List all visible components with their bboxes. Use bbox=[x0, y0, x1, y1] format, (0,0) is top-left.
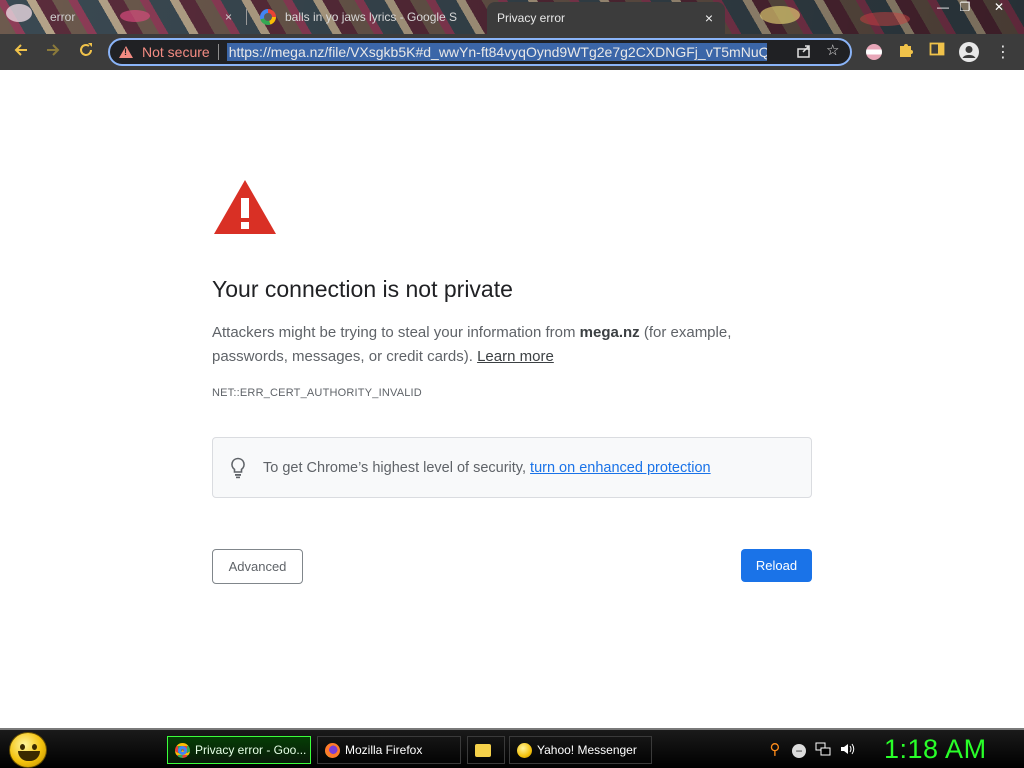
reload-icon bbox=[80, 43, 92, 56]
interstitial-page: Your connection is not private Attackers… bbox=[0, 70, 1024, 728]
volume-icon[interactable] bbox=[838, 741, 856, 759]
taskbar-item-label: Yahoo! Messenger bbox=[537, 743, 637, 757]
reload-toolbar-button[interactable] bbox=[75, 41, 97, 63]
learn-more-link[interactable]: Learn more bbox=[477, 348, 554, 365]
wallpaper-splat bbox=[860, 12, 910, 26]
tab-title: balls in yo jaws lyrics - Google S bbox=[285, 10, 458, 24]
firefox-icon bbox=[325, 742, 340, 758]
kebab-menu-icon: ⋮ bbox=[995, 44, 1011, 61]
tab-strip: error × balls in yo jaws lyrics - Google… bbox=[0, 0, 1024, 34]
tab-privacy-error[interactable]: Privacy error × bbox=[487, 2, 725, 34]
taskbar-item-label: Mozilla Firefox bbox=[345, 743, 423, 757]
warning-triangle-icon bbox=[214, 180, 276, 234]
enhanced-protection-link[interactable]: turn on enhanced protection bbox=[530, 460, 711, 476]
puzzle-icon bbox=[900, 44, 913, 57]
explanation-text: Attackers might be trying to steal your … bbox=[212, 321, 772, 369]
lightbulb-icon bbox=[231, 457, 245, 478]
tab-title: Privacy error bbox=[497, 11, 566, 25]
back-button[interactable] bbox=[10, 41, 32, 63]
google-icon bbox=[260, 9, 276, 25]
tab-title: error bbox=[50, 10, 76, 24]
explanation-prefix: Attackers might be trying to steal your … bbox=[212, 324, 580, 341]
bookmark-star-icon[interactable]: ☆ bbox=[826, 41, 839, 59]
extensions-button[interactable] bbox=[895, 41, 917, 63]
security-message: To get Chrome’s highest level of securit… bbox=[263, 460, 711, 476]
forward-arrow-icon bbox=[47, 44, 60, 56]
security-chip[interactable]: Not secure bbox=[119, 44, 210, 60]
folder-icon bbox=[475, 743, 491, 757]
profile-button[interactable] bbox=[958, 41, 980, 63]
taskbar-item-chrome[interactable]: Privacy error - Goo... bbox=[167, 736, 311, 764]
warning-icon bbox=[119, 46, 133, 58]
yahoo-messenger-icon bbox=[517, 742, 532, 758]
taskbar: Privacy error - Goo... Mozilla Firefox Y… bbox=[0, 728, 1024, 768]
close-window-button[interactable]: ✕ bbox=[984, 0, 1014, 16]
profile-flag-button[interactable] bbox=[863, 41, 885, 63]
taskbar-clock[interactable]: 1:18 AM bbox=[884, 734, 987, 765]
url-text[interactable]: https://mega.nz/file/VXsgkb5K#d_wwYn-ft8… bbox=[226, 43, 767, 61]
menu-button[interactable]: ⋮ bbox=[992, 41, 1014, 63]
not-secure-label: Not secure bbox=[142, 44, 210, 60]
tab-previous[interactable]: error × bbox=[0, 2, 248, 32]
omnibox-separator bbox=[217, 44, 219, 60]
close-tab-icon[interactable]: × bbox=[225, 10, 232, 24]
search-icon[interactable]: ⚲ bbox=[766, 741, 784, 759]
advanced-button[interactable]: Advanced bbox=[212, 549, 303, 584]
network-icon[interactable] bbox=[814, 741, 832, 759]
reload-button[interactable]: Reload bbox=[741, 549, 812, 582]
side-panel-icon bbox=[929, 42, 945, 56]
minus-circle-icon[interactable]: − bbox=[790, 741, 808, 759]
chrome-icon bbox=[175, 742, 190, 758]
error-code: NET::ERR_CERT_AUTHORITY_INVALID bbox=[212, 387, 422, 399]
side-panel-button[interactable] bbox=[926, 41, 948, 63]
taskbar-item-folder[interactable] bbox=[467, 736, 505, 764]
address-bar[interactable]: Not secure https://mega.nz/file/VXsgkb5K… bbox=[108, 38, 852, 66]
page-title: Your connection is not private bbox=[212, 276, 513, 302]
flag-icon bbox=[866, 44, 882, 60]
restore-window-button[interactable]: ❐ bbox=[950, 0, 980, 16]
share-icon[interactable] bbox=[796, 43, 812, 63]
forward-button[interactable] bbox=[42, 41, 64, 63]
enhanced-protection-box: To get Chrome’s highest level of securit… bbox=[212, 437, 812, 498]
browser-toolbar: Not secure https://mega.nz/file/VXsgkb5K… bbox=[0, 34, 1024, 70]
taskbar-item-yahoo-messenger[interactable]: Yahoo! Messenger bbox=[509, 736, 652, 764]
back-arrow-icon bbox=[14, 44, 27, 56]
wallpaper-splat bbox=[760, 6, 800, 24]
system-tray: ⚲ − bbox=[766, 738, 862, 762]
security-message-text: To get Chrome’s highest level of securit… bbox=[263, 459, 531, 476]
avatar-icon bbox=[959, 42, 979, 62]
tab-google-search[interactable]: balls in yo jaws lyrics - Google S bbox=[250, 2, 482, 32]
site-domain: mega.nz bbox=[579, 324, 640, 341]
taskbar-item-firefox[interactable]: Mozilla Firefox bbox=[317, 736, 461, 764]
close-tab-icon[interactable]: × bbox=[705, 10, 713, 26]
tab-separator bbox=[246, 9, 247, 25]
taskbar-item-label: Privacy error - Goo... bbox=[195, 743, 307, 757]
start-button-smiley-icon[interactable] bbox=[9, 732, 47, 768]
